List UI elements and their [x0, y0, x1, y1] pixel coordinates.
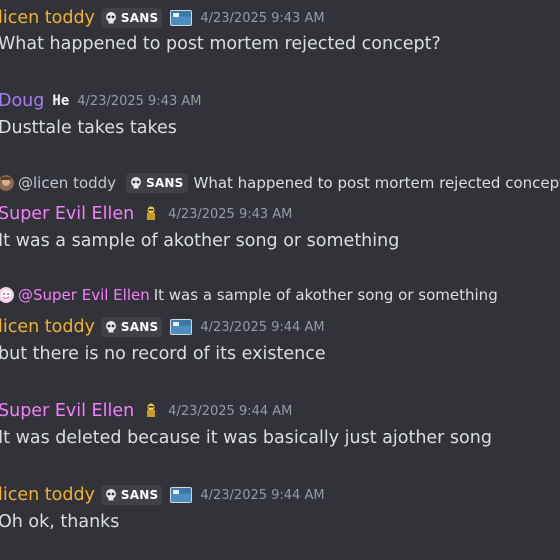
- timestamp[interactable]: 4/23/2025 9:44 AM: [200, 320, 324, 335]
- tag-text: SANS: [146, 176, 184, 190]
- username[interactable]: licen toddy: [0, 315, 95, 339]
- timestamp[interactable]: 4/23/2025 9:43 AM: [77, 94, 201, 109]
- message-content: What happened to post mortem rejected co…: [0, 34, 441, 54]
- username[interactable]: licen toddy: [0, 483, 95, 507]
- reply-mention[interactable]: @licen toddy: [18, 174, 116, 192]
- reply-text: It was a sample of akother song or somet…: [153, 286, 498, 304]
- flag-icon: [170, 10, 193, 26]
- message-header: licen toddy SANS 4/23/2025 9:43 AM: [0, 5, 560, 31]
- skull-icon: [105, 12, 116, 24]
- message-header: licen toddy SANS 4/23/2025 9:44 AM: [0, 482, 560, 508]
- timestamp[interactable]: 4/23/2025 9:44 AM: [200, 488, 324, 503]
- message-header: Doug He 4/23/2025 9:43 AM: [0, 88, 560, 114]
- flag-icon: [170, 319, 193, 335]
- stan-badge-icon: [147, 403, 156, 417]
- stan-badge-icon: [147, 206, 156, 220]
- avatar: [0, 175, 14, 191]
- server-tag-badge[interactable]: SANS: [100, 485, 163, 505]
- skull-icon: [131, 177, 142, 189]
- username[interactable]: licen toddy: [0, 6, 95, 30]
- avatar: [0, 287, 14, 303]
- message-content: Dusttale takes takes: [0, 118, 177, 138]
- reply-text: What happened to post mortem rejected co…: [193, 174, 560, 192]
- skull-icon: [105, 321, 116, 333]
- username[interactable]: Super Evil Ellen: [0, 202, 134, 226]
- message-header: Super Evil Ellen 4/23/2025 9:43 AM: [0, 201, 560, 227]
- message-content: It was a sample of akother song or somet…: [0, 231, 400, 251]
- username[interactable]: Doug: [0, 89, 44, 113]
- tag-text: SANS: [120, 11, 159, 25]
- message-content: It was deleted because it was basically …: [0, 428, 492, 448]
- tag-text: SANS: [120, 488, 159, 502]
- server-tag[interactable]: He: [52, 93, 69, 109]
- chat-message-list: licen toddy SANS 4/23/2025 9:43 AM What …: [0, 0, 560, 560]
- message-header: Super Evil Ellen 4/23/2025 9:44 AM: [0, 398, 560, 424]
- reply-preview[interactable]: @licen toddy SANS What happened to post …: [0, 172, 560, 194]
- flag-icon: [170, 487, 193, 503]
- server-tag-badge[interactable]: SANS: [100, 317, 163, 337]
- timestamp[interactable]: 4/23/2025 9:44 AM: [168, 404, 292, 419]
- message-header: licen toddy SANS 4/23/2025 9:44 AM: [0, 314, 560, 340]
- reply-preview[interactable]: @Super Evil Ellen It was a sample of ako…: [0, 284, 560, 306]
- timestamp[interactable]: 4/23/2025 9:43 AM: [168, 207, 292, 222]
- server-tag-badge[interactable]: SANS: [100, 8, 163, 28]
- skull-icon: [105, 489, 116, 501]
- username[interactable]: Super Evil Ellen: [0, 399, 134, 423]
- message-content: but there is no record of its existence: [0, 344, 326, 364]
- tag-text: SANS: [120, 320, 159, 334]
- reply-mention[interactable]: @Super Evil Ellen: [18, 286, 150, 304]
- message-content: Oh ok, thanks: [0, 512, 120, 532]
- server-tag-badge: SANS: [126, 173, 188, 193]
- timestamp[interactable]: 4/23/2025 9:43 AM: [200, 11, 324, 26]
